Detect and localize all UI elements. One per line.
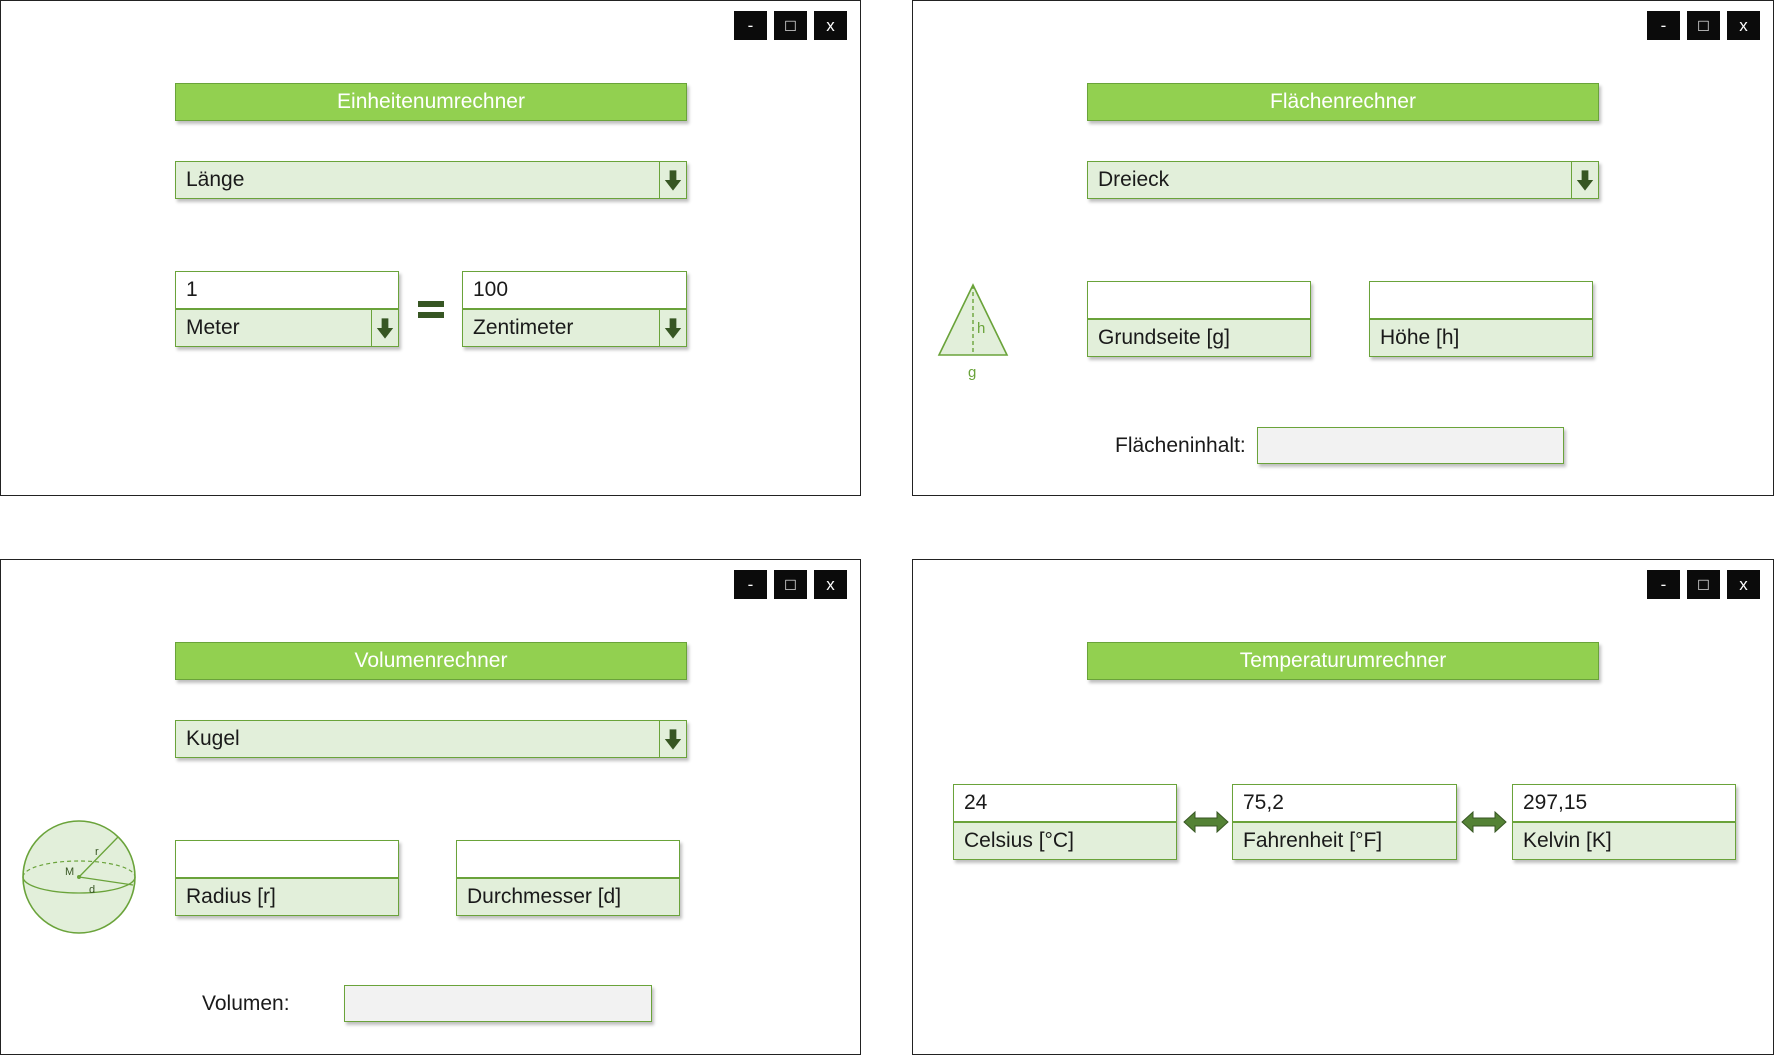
celsius-input[interactable]: 24 <box>953 784 1177 822</box>
diameter-input[interactable] <box>456 840 680 878</box>
close-button[interactable]: x <box>814 570 847 599</box>
diameter-label: Durchmesser [d] <box>467 885 622 908</box>
from-unit-select[interactable]: Meter <box>175 309 399 347</box>
panel-title: Volumenrechner <box>175 642 687 680</box>
from-unit-value: Meter <box>186 316 240 339</box>
window-controls: - □ x <box>1647 570 1760 599</box>
equals-icon <box>417 298 445 322</box>
kelvin-label: Kelvin [K] <box>1523 829 1612 852</box>
close-button[interactable]: x <box>814 11 847 40</box>
maximize-button[interactable]: □ <box>1687 11 1720 40</box>
temperature-converter-window: - □ x Temperaturumrechner 24 Celsius [°C… <box>912 559 1774 1055</box>
shape-select[interactable]: Kugel <box>175 720 687 758</box>
kelvin-label-box: Kelvin [K] <box>1512 822 1736 860</box>
radius-label-box: Radius [r] <box>175 878 399 916</box>
to-unit-value: Zentimeter <box>473 316 574 339</box>
area-calculator-window: - □ x Flächenrechner Dreieck h g Grundse… <box>912 0 1774 496</box>
close-button[interactable]: x <box>1727 570 1760 599</box>
diameter-label-box: Durchmesser [d] <box>456 878 680 916</box>
sphere-center-label: M <box>65 866 74 878</box>
to-value-input[interactable]: 100 <box>462 271 687 309</box>
panel-title: Temperaturumrechner <box>1087 642 1599 680</box>
minimize-button[interactable]: - <box>1647 570 1680 599</box>
sphere-diameter-label: d <box>89 884 95 896</box>
volume-result-label: Volumen: <box>202 992 290 1015</box>
minimize-button[interactable]: - <box>734 570 767 599</box>
kelvin-input[interactable]: 297,15 <box>1512 784 1736 822</box>
close-button[interactable]: x <box>1727 11 1760 40</box>
category-select[interactable]: Länge <box>175 161 687 199</box>
fahrenheit-value-text: 75,2 <box>1243 791 1284 814</box>
to-unit-select[interactable]: Zentimeter <box>462 309 687 347</box>
window-controls: - □ x <box>734 570 847 599</box>
sphere-radius-label: r <box>95 846 99 858</box>
window-controls: - □ x <box>1647 11 1760 40</box>
maximize-button[interactable]: □ <box>774 570 807 599</box>
volume-calculator-window: - □ x Volumenrechner Kugel M r d Radius … <box>0 559 861 1055</box>
fahrenheit-label-box: Fahrenheit [°F] <box>1232 822 1457 860</box>
base-label: Grundseite [g] <box>1098 326 1230 349</box>
minimize-button[interactable]: - <box>734 11 767 40</box>
maximize-button[interactable]: □ <box>1687 570 1720 599</box>
base-label-box: Grundseite [g] <box>1087 319 1311 357</box>
panel-title: Flächenrechner <box>1087 83 1599 121</box>
window-controls: - □ x <box>734 11 847 40</box>
units-converter-window: - □ x Einheitenumrechner Länge 1 Meter 1… <box>0 0 861 496</box>
shape-select[interactable]: Dreieck <box>1087 161 1599 199</box>
volume-result-field <box>344 985 652 1022</box>
fahrenheit-input[interactable]: 75,2 <box>1232 784 1457 822</box>
dropdown-arrow-icon[interactable] <box>659 310 686 346</box>
dropdown-arrow-icon[interactable] <box>371 310 398 346</box>
height-label-box: Höhe [h] <box>1369 319 1593 357</box>
radius-input[interactable] <box>175 840 399 878</box>
kelvin-value-text: 297,15 <box>1523 791 1588 814</box>
height-label: Höhe [h] <box>1380 326 1460 349</box>
sphere-diagram-icon: M r d <box>21 819 137 935</box>
dropdown-arrow-icon[interactable] <box>659 721 686 757</box>
panel-title: Einheitenumrechner <box>175 83 687 121</box>
celsius-value-text: 24 <box>964 791 988 814</box>
triangle-base-label: g <box>968 364 976 381</box>
radius-label: Radius [r] <box>186 885 276 908</box>
base-input[interactable] <box>1087 281 1311 319</box>
area-result-field <box>1257 427 1564 464</box>
fahrenheit-label: Fahrenheit [°F] <box>1243 829 1383 852</box>
shape-select-value: Dreieck <box>1098 168 1170 191</box>
double-arrow-icon <box>1461 810 1507 834</box>
double-arrow-icon <box>1183 810 1229 834</box>
celsius-label-box: Celsius [°C] <box>953 822 1177 860</box>
category-select-value: Länge <box>186 168 245 191</box>
area-result-label: Flächeninhalt: <box>1115 434 1246 457</box>
from-value-text: 1 <box>186 278 198 301</box>
minimize-button[interactable]: - <box>1647 11 1680 40</box>
dropdown-arrow-icon[interactable] <box>659 162 686 198</box>
from-value-input[interactable]: 1 <box>175 271 399 309</box>
triangle-height-label: h <box>977 320 985 337</box>
shape-select-value: Kugel <box>186 727 240 750</box>
celsius-label: Celsius [°C] <box>964 829 1074 852</box>
height-input[interactable] <box>1369 281 1593 319</box>
maximize-button[interactable]: □ <box>774 11 807 40</box>
triangle-diagram-icon: h g <box>937 281 1009 385</box>
to-value-text: 100 <box>473 278 509 301</box>
dropdown-arrow-icon[interactable] <box>1571 162 1598 198</box>
